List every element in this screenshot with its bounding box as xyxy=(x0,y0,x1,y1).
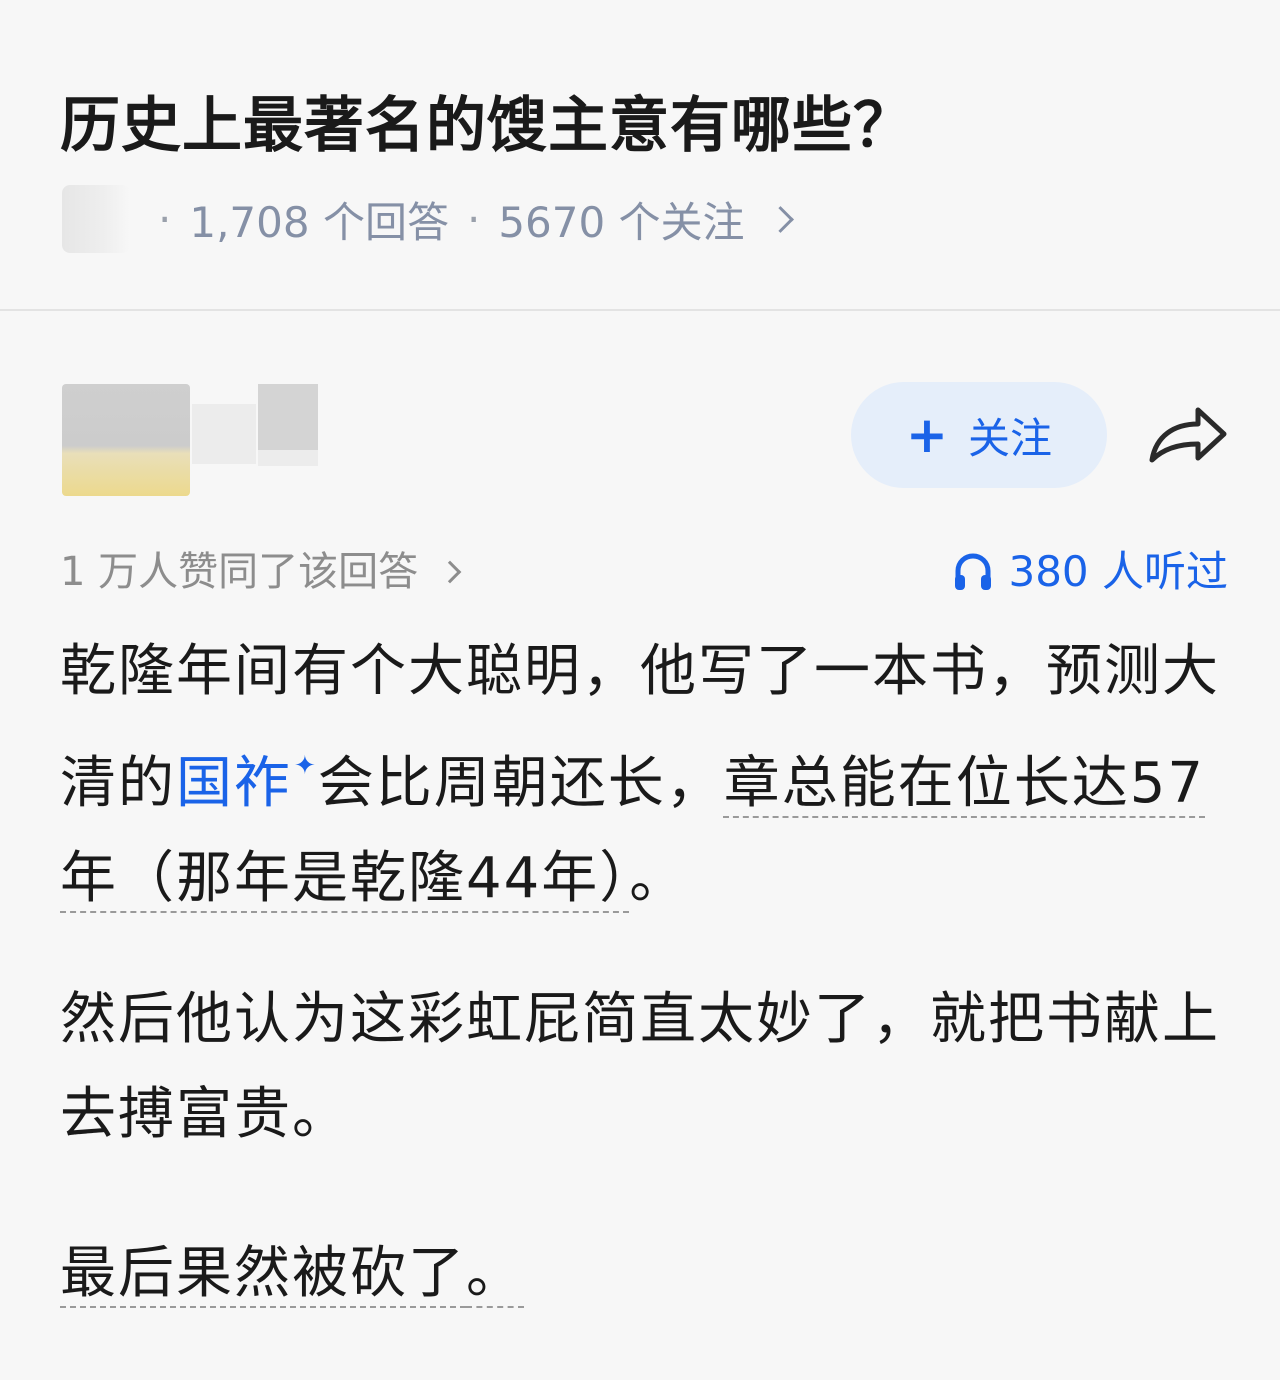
divider xyxy=(0,309,1280,311)
answer-paragraph: 然后他认为这彩虹屁简直太妙了，就把书献上去搏富贵。 xyxy=(60,972,1220,1162)
listen-text: 380 人听过 xyxy=(1008,547,1228,596)
author-avatar[interactable] xyxy=(62,384,322,498)
headphone-icon xyxy=(955,553,992,590)
share-arrow-icon[interactable] xyxy=(1146,400,1230,470)
approve-count[interactable]: 1 万人赞同了该回答 xyxy=(60,542,462,602)
followers-count: 5670 个关注 xyxy=(498,197,745,247)
sparkle-icon: ✦ xyxy=(294,751,318,781)
chevron-right-icon xyxy=(766,205,794,233)
annotated-text[interactable]: 最后果然被砍了。 xyxy=(60,1241,524,1306)
question-meta[interactable]: · 1,708 个回答 · 5670 个关注 xyxy=(62,182,794,256)
approve-text: 1 万人赞同了该回答 xyxy=(60,549,419,595)
question-stats[interactable]: · 1,708 个回答 · 5670 个关注 xyxy=(158,189,794,250)
question-title[interactable]: 历史上最著名的馊主意有哪些？ xyxy=(60,86,914,166)
answers-count: 1,708 个回答 xyxy=(189,197,449,247)
author-name-blur xyxy=(192,404,256,464)
answer-text: 然后他认为这彩虹屁简直太妙了，就把书献上去搏富贵。 xyxy=(60,987,1220,1147)
chevron-right-icon xyxy=(438,560,462,584)
meta-separator: · xyxy=(466,194,481,244)
follow-label: 关注 xyxy=(967,413,1052,463)
follow-button[interactable]: + 关注 xyxy=(851,382,1107,488)
listen-count[interactable]: 380 人听过 xyxy=(952,542,1228,602)
keyword-link[interactable]: 国祚 xyxy=(176,751,292,816)
plus-icon: + xyxy=(906,406,948,464)
answer-paragraph: 乾隆年间有个大聪明，他写了一本书，预测大清的国祚✦会比周朝还长，章总能在位长达5… xyxy=(60,624,1220,926)
avatar-image xyxy=(62,384,190,496)
author-name-blur xyxy=(258,450,318,466)
meta-separator: · xyxy=(158,194,172,244)
answer-text: 最后果然被砍了 xyxy=(60,1241,466,1306)
answer-text: 。 xyxy=(466,1241,524,1306)
answer-paragraph: 最后果然被砍了。 xyxy=(60,1226,1220,1321)
answer-text: 会比周朝还长， xyxy=(317,751,724,816)
asker-avatar[interactable] xyxy=(62,185,130,253)
answer-text: 。 xyxy=(629,846,688,911)
author-name-blur xyxy=(258,384,318,450)
